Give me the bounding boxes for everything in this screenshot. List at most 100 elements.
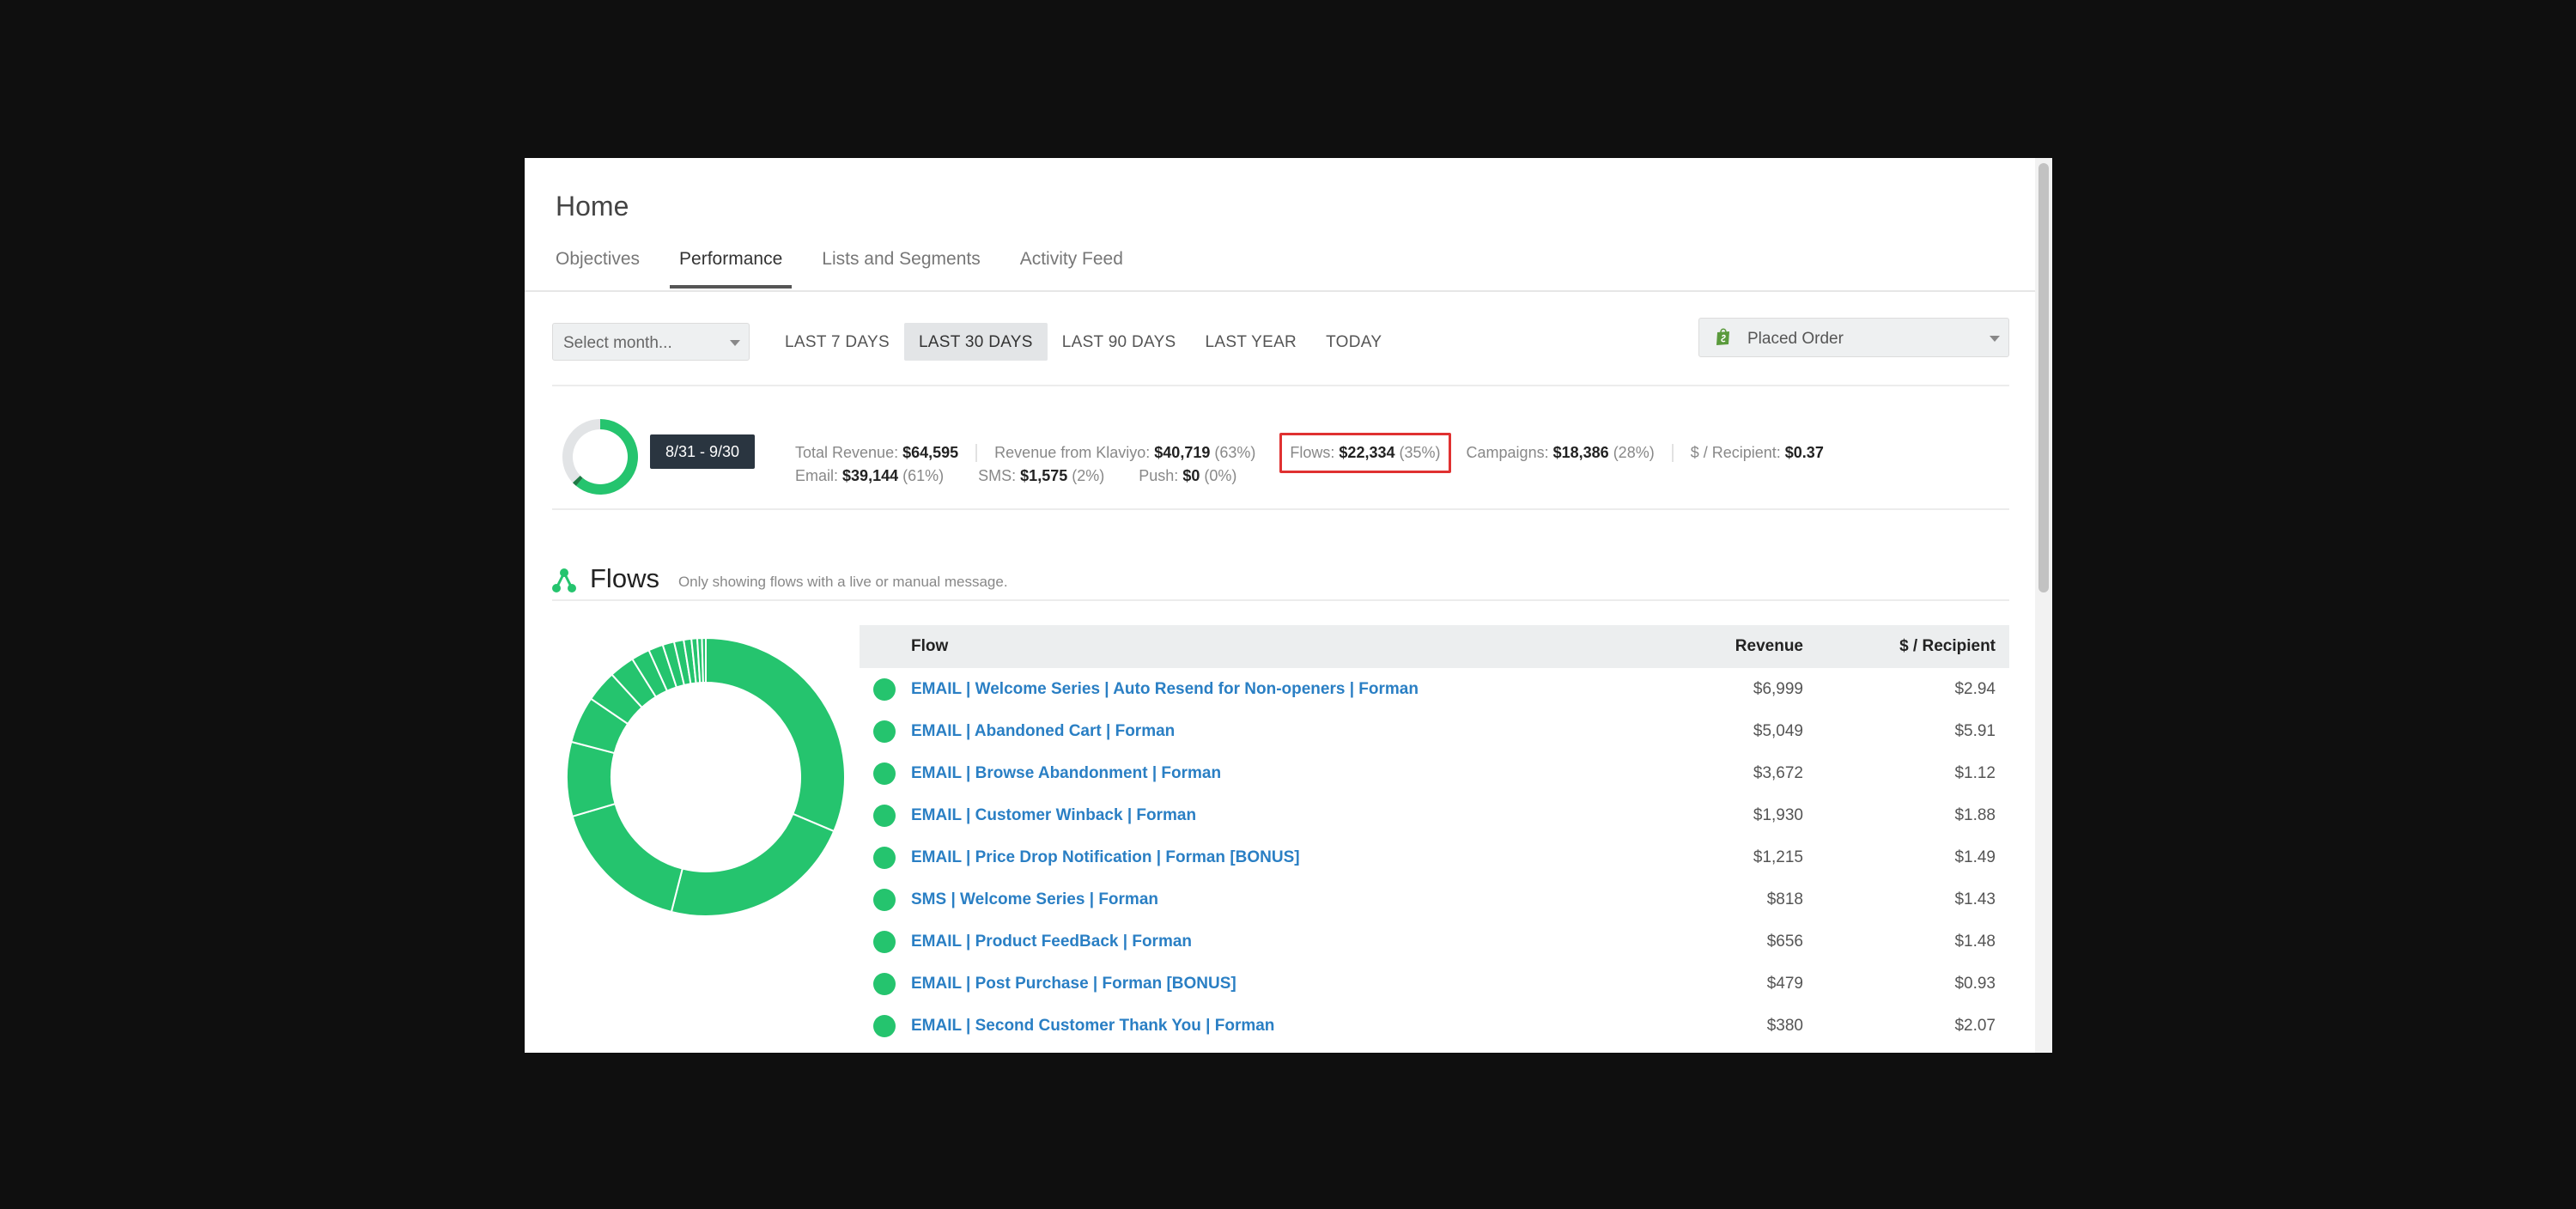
flow-revenue: $3,672: [1753, 763, 1803, 782]
flows-table: Flow Revenue $ / Recipient EMAIL | Welco…: [860, 625, 2009, 1047]
stat-value: $0.37: [1784, 444, 1824, 461]
flow-per-recipient: $1.48: [1954, 932, 1996, 951]
donut-slice[interactable]: [670, 812, 835, 917]
month-select[interactable]: Select month...: [552, 323, 750, 361]
chevron-down-icon: [730, 340, 740, 346]
flow-revenue: $818: [1766, 890, 1803, 908]
flow-revenue: $1,930: [1753, 805, 1803, 824]
range-last-30-days-button[interactable]: LAST 30 DAYS: [903, 323, 1048, 361]
table-row: EMAIL | Second Customer Thank You | Form…: [860, 1005, 2009, 1047]
column-header-revenue[interactable]: Revenue: [1631, 637, 1803, 656]
divider: [552, 599, 2009, 601]
flow-link[interactable]: EMAIL | Post Purchase | Forman [BONUS]: [911, 975, 1631, 993]
metric-select[interactable]: Placed Order: [1698, 318, 2009, 357]
summary-row-channels: Email: $39,144 (61%) SMS: $1,575 (2%) Pu…: [795, 467, 1271, 485]
chevron-down-icon: [1990, 336, 2000, 342]
stat-value: $0: [1182, 467, 1200, 484]
flow-link[interactable]: EMAIL | Product FeedBack | Forman: [911, 933, 1631, 951]
range-today-button[interactable]: TODAY: [1311, 323, 1396, 361]
stat-sms: SMS: $1,575 (2%): [978, 467, 1121, 485]
revenue-mini-donut: [562, 419, 638, 495]
flows-icon: [552, 568, 576, 592]
stat-total-revenue: Total Revenue: $64,595: [795, 444, 978, 462]
table-row: SMS | Welcome Series | Forman $818 $1.43: [860, 878, 2009, 920]
flow-link[interactable]: EMAIL | Abandoned Cart | Forman: [911, 722, 1631, 741]
stat-email: Email: $39,144 (61%): [795, 467, 961, 485]
donut-slice[interactable]: [705, 636, 846, 833]
status-dot-icon: [873, 1014, 896, 1037]
flow-revenue: $6,999: [1753, 679, 1803, 698]
flow-revenue: $1,215: [1753, 848, 1803, 866]
stat-label: Total Revenue:: [795, 444, 899, 461]
scrollbar-thumb[interactable]: [2038, 163, 2049, 592]
divider: [552, 385, 2009, 386]
status-dot-icon: [873, 972, 896, 995]
shopify-bag-icon: [1716, 328, 1729, 345]
stat-value: $39,144: [842, 467, 899, 484]
stat-value: $1,575: [1020, 467, 1068, 484]
status-dot-icon: [873, 846, 896, 869]
tab-activity-feed[interactable]: Activity Feed: [1020, 249, 1123, 289]
flow-link[interactable]: EMAIL | Customer Winback | Forman: [911, 806, 1631, 825]
flow-per-recipient: $2.07: [1954, 1016, 1996, 1035]
status-dot-icon: [873, 888, 896, 911]
flows-title: Flows: [590, 563, 659, 593]
column-header-per-recipient[interactable]: $ / Recipient: [1803, 637, 2009, 656]
tab-bar: Objectives Performance Lists and Segment…: [556, 249, 1123, 289]
stat-per-recipient: $ / Recipient: $0.37: [1691, 444, 1841, 462]
tab-divider: [525, 290, 2035, 292]
range-last-90-days-button[interactable]: LAST 90 DAYS: [1048, 323, 1191, 361]
flow-link[interactable]: SMS | Welcome Series | Forman: [911, 890, 1631, 909]
date-range-badge: 8/31 - 9/30: [650, 434, 755, 469]
filter-bar: Select month... LAST 7 DAYS LAST 30 DAYS…: [552, 318, 2009, 361]
stat-percent: (2%): [1072, 467, 1105, 484]
flow-revenue: $5,049: [1753, 721, 1803, 740]
flow-per-recipient: $0.93: [1954, 974, 1996, 993]
flow-per-recipient: $1.12: [1954, 763, 1996, 782]
donut-slice[interactable]: [566, 740, 617, 818]
stat-label: Email:: [795, 467, 839, 484]
stat-klaviyo-revenue: Revenue from Klaviyo: $40,719 (63%): [994, 444, 1273, 462]
tab-objectives[interactable]: Objectives: [556, 249, 640, 289]
flow-link[interactable]: EMAIL | Second Customer Thank You | Form…: [911, 1017, 1631, 1036]
stat-percent: (63%): [1214, 444, 1256, 461]
stat-push: Push: $0 (0%): [1139, 467, 1254, 485]
stat-percent: (61%): [902, 467, 945, 484]
month-select-label: Select month...: [563, 334, 672, 352]
stat-value: $22,334: [1339, 444, 1395, 461]
donut-slice[interactable]: [701, 636, 707, 684]
stat-percent: (0%): [1204, 467, 1237, 484]
range-last-7-days-button[interactable]: LAST 7 DAYS: [770, 323, 904, 361]
flow-link[interactable]: EMAIL | Price Drop Notification | Forman…: [911, 848, 1631, 867]
tab-lists-and-segments[interactable]: Lists and Segments: [822, 249, 980, 289]
stat-label: $ / Recipient:: [1690, 444, 1781, 461]
flows-header: Flows Only showing flows with a live or …: [550, 563, 1008, 594]
status-dot-icon: [873, 930, 896, 953]
divider: [552, 508, 2009, 510]
revenue-summary: 8/31 - 9/30 Total Revenue: $64,595 Reven…: [552, 417, 2009, 503]
table-row: EMAIL | Welcome Series | Auto Resend for…: [860, 668, 2009, 710]
stat-label: Campaigns:: [1466, 444, 1549, 461]
stat-label: Revenue from Klaviyo:: [994, 444, 1151, 461]
stat-percent: (35%): [1399, 444, 1441, 461]
scrollbar[interactable]: [2035, 158, 2052, 1053]
stat-percent: (28%): [1613, 444, 1655, 461]
stat-label: SMS:: [978, 467, 1017, 484]
flow-link[interactable]: EMAIL | Browse Abandonment | Forman: [911, 764, 1631, 783]
status-dot-icon: [873, 804, 896, 827]
table-row: EMAIL | Browse Abandonment | Forman $3,6…: [860, 752, 2009, 794]
flow-link[interactable]: EMAIL | Welcome Series | Auto Resend for…: [911, 680, 1631, 699]
table-row: EMAIL | Abandoned Cart | Forman $5,049 $…: [860, 710, 2009, 752]
date-range-group: LAST 7 DAYS LAST 30 DAYS LAST 90 DAYS LA…: [770, 323, 1396, 361]
flow-revenue: $656: [1766, 932, 1803, 951]
stat-campaigns: Campaigns: $18,386 (28%): [1467, 444, 1674, 462]
flow-revenue: $479: [1766, 974, 1803, 993]
tab-performance[interactable]: Performance: [670, 249, 793, 289]
status-dot-icon: [873, 762, 896, 785]
donut-slice[interactable]: [571, 802, 683, 914]
column-header-flow[interactable]: Flow: [860, 637, 1631, 656]
flow-per-recipient: $1.49: [1954, 848, 1996, 866]
stat-value: $64,595: [902, 444, 959, 461]
status-dot-icon: [873, 720, 896, 743]
range-last-year-button[interactable]: LAST YEAR: [1191, 323, 1312, 361]
